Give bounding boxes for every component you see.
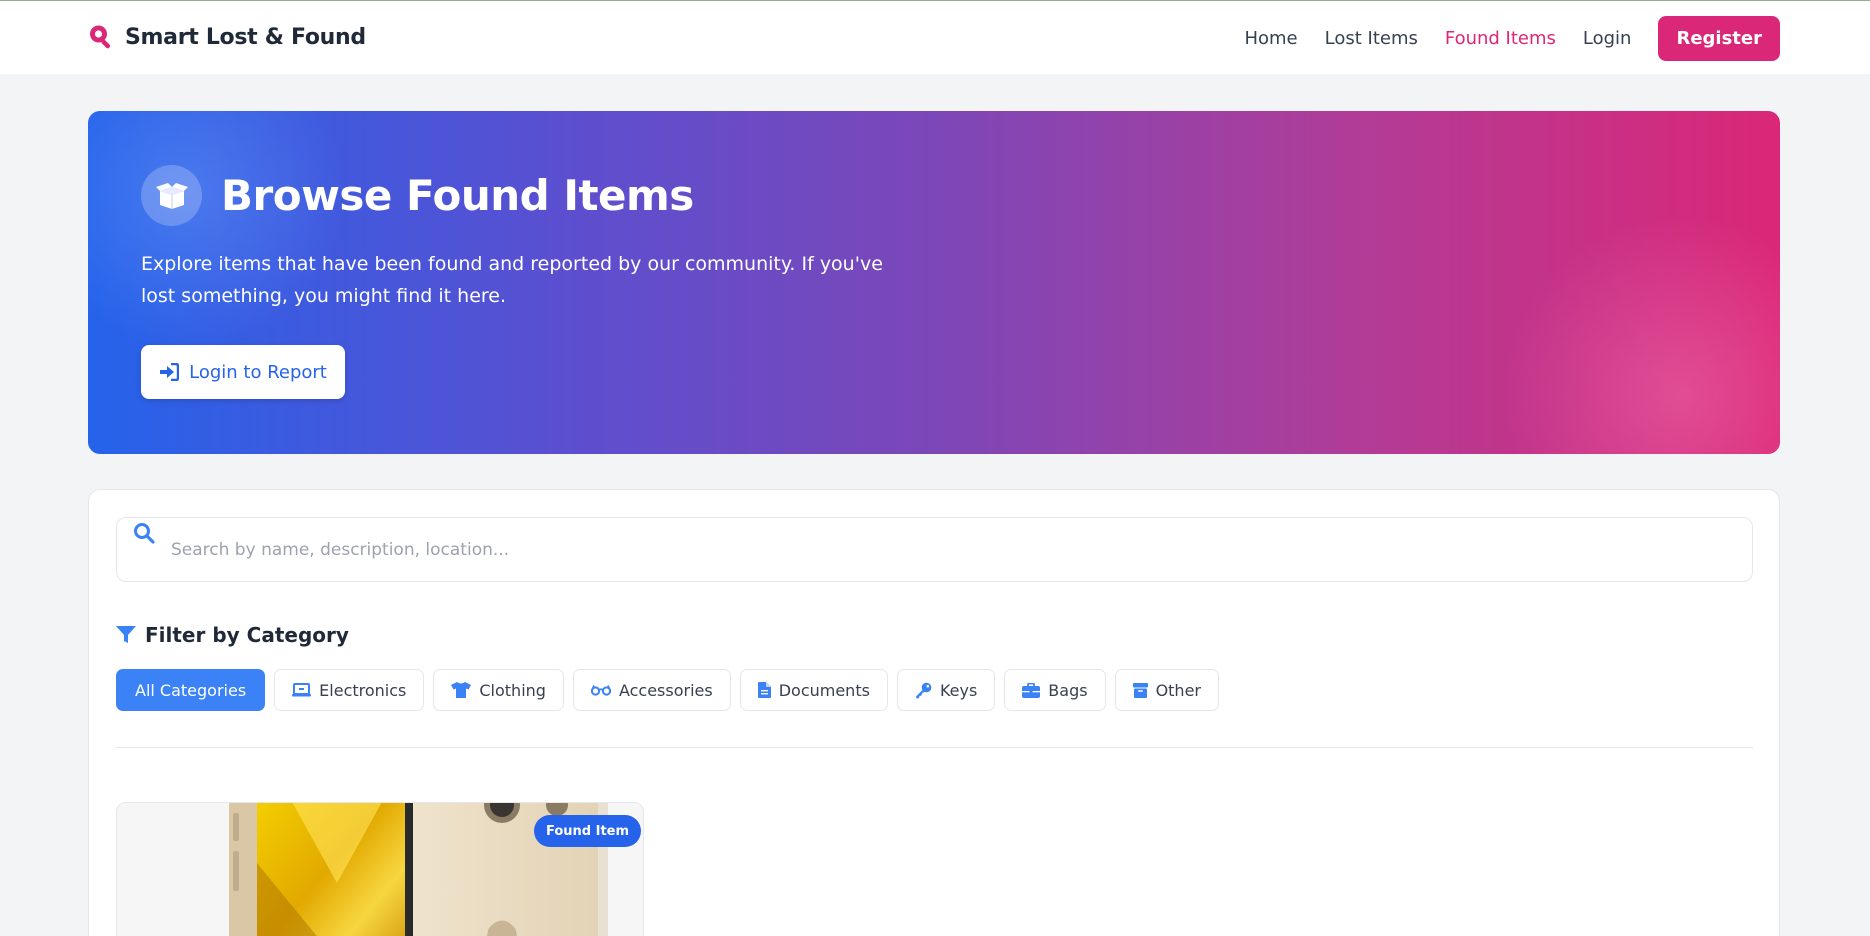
laptop-icon bbox=[292, 683, 312, 697]
category-documents[interactable]: Documents bbox=[739, 669, 888, 711]
search-location-icon bbox=[90, 25, 111, 49]
nav-found-items[interactable]: Found Items bbox=[1445, 28, 1556, 49]
search-icon bbox=[134, 523, 155, 544]
category-label: Accessories bbox=[618, 680, 713, 700]
category-label: All Categories bbox=[135, 680, 247, 700]
briefcase-icon bbox=[1022, 682, 1041, 698]
navbar: Smart Lost & Found Home Lost Items Found… bbox=[0, 1, 1870, 74]
sign-in-icon bbox=[160, 363, 180, 381]
nav-home[interactable]: Home bbox=[1244, 28, 1297, 49]
nav-links: Home Lost Items Found Items Login Regist… bbox=[1217, 16, 1780, 61]
hero-glow bbox=[1500, 214, 1780, 454]
category-label: Electronics bbox=[319, 680, 407, 700]
box-icon bbox=[1132, 682, 1148, 698]
search-box bbox=[116, 517, 1753, 582]
category-label: Other bbox=[1155, 680, 1201, 700]
category-label: Clothing bbox=[479, 680, 546, 700]
category-label: Keys bbox=[939, 680, 978, 700]
search-input[interactable] bbox=[171, 530, 1731, 570]
filter-title: Filter by Category bbox=[145, 623, 349, 647]
login-to-report-button[interactable]: Login to Report bbox=[141, 345, 345, 399]
category-all[interactable]: All Categories bbox=[116, 669, 266, 711]
brand-name: Smart Lost & Found bbox=[125, 24, 366, 50]
box-open-icon bbox=[155, 182, 188, 209]
hero-description: Explore items that have been found and r… bbox=[141, 253, 883, 307]
nav-lost-items[interactable]: Lost Items bbox=[1325, 28, 1418, 49]
category-other[interactable]: Other bbox=[1114, 669, 1219, 711]
brand[interactable]: Smart Lost & Found bbox=[87, 23, 366, 51]
category-bags[interactable]: Bags bbox=[1004, 669, 1106, 711]
category-electronics[interactable]: Electronics bbox=[274, 669, 425, 711]
section-divider bbox=[116, 747, 1753, 748]
hero-glow bbox=[88, 111, 348, 351]
hero-icon-circle bbox=[141, 165, 202, 226]
glasses-icon bbox=[590, 685, 611, 696]
nav-login[interactable]: Login bbox=[1583, 28, 1632, 49]
page-title: Browse Found Items bbox=[221, 171, 694, 220]
login-to-report-label: Login to Report bbox=[189, 361, 327, 383]
filter-icon bbox=[116, 626, 136, 643]
category-accessories[interactable]: Accessories bbox=[572, 669, 731, 711]
category-keys[interactable]: Keys bbox=[896, 669, 996, 711]
shirt-icon bbox=[451, 682, 472, 698]
found-item-badge: Found Item bbox=[534, 815, 642, 847]
category-clothing[interactable]: Clothing bbox=[433, 669, 564, 711]
filter-heading: Filter by Category bbox=[116, 623, 349, 647]
items-panel: Filter by Category All Categories Electr… bbox=[88, 489, 1780, 936]
category-filters: All Categories Electronics Clothing Acce… bbox=[116, 669, 1219, 711]
key-icon bbox=[915, 682, 932, 698]
register-button[interactable]: Register bbox=[1658, 16, 1780, 61]
hero-banner: Browse Found Items Explore items that ha… bbox=[88, 111, 1780, 454]
category-label: Documents bbox=[778, 680, 870, 700]
category-label: Bags bbox=[1048, 680, 1088, 700]
document-icon bbox=[757, 682, 771, 698]
